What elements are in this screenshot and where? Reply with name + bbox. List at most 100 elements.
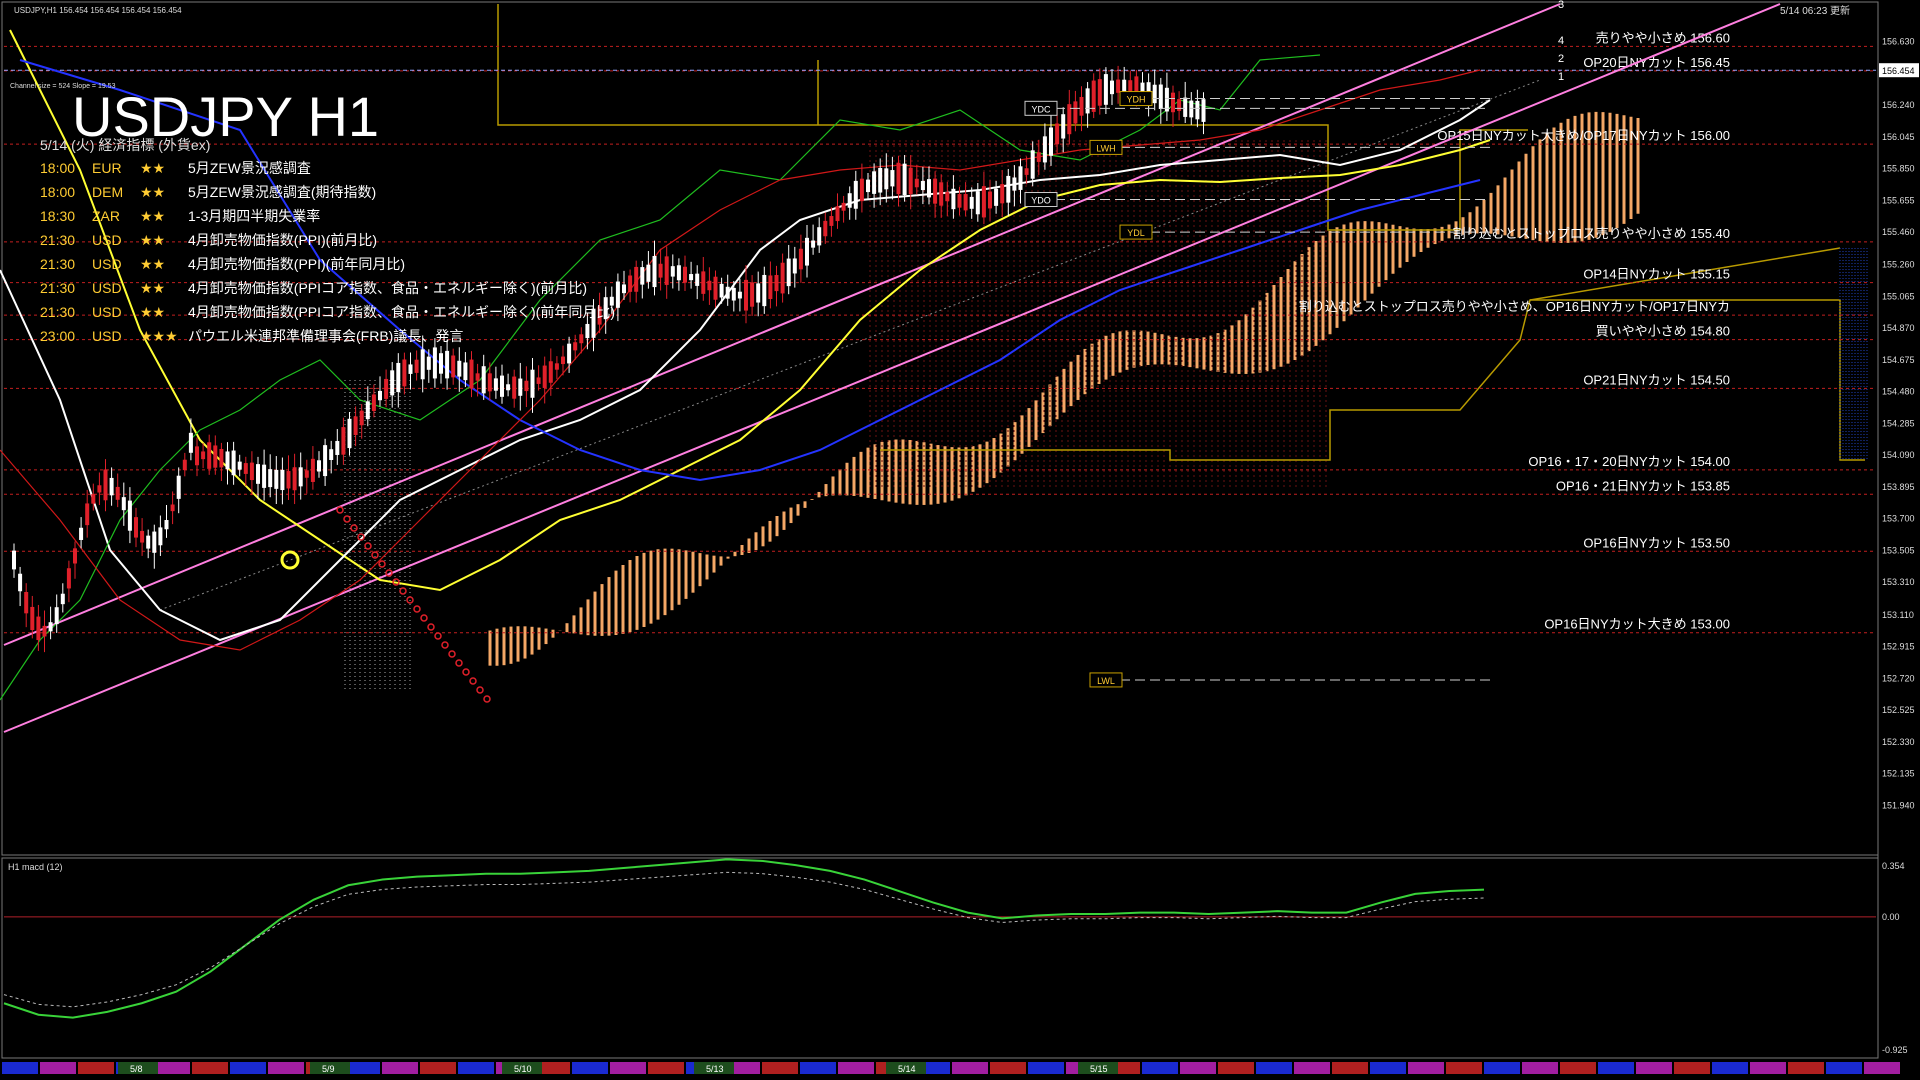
candle-body — [1171, 92, 1175, 113]
level-label: OP21日NYカット 154.50 — [1583, 372, 1730, 387]
candle-body — [707, 280, 712, 291]
sar-dot — [427, 623, 435, 631]
candle-body — [914, 178, 919, 188]
date-bar-seg — [1484, 1062, 1520, 1074]
candle-body — [231, 450, 236, 476]
event-name: 4月卸売物価指数(PPI)(前年同月比) — [188, 256, 405, 272]
sar-dot — [469, 677, 477, 685]
event-currency: USD — [92, 328, 122, 344]
chart-area[interactable]: 売りやや小さめ 156.60OP20日NYカット 156.45OP15日NYカッ… — [0, 0, 1920, 1080]
sar-dot — [462, 668, 470, 676]
candle-body — [97, 485, 102, 493]
candle-body — [554, 363, 559, 370]
date-bar-seg — [572, 1062, 608, 1074]
candle-body — [457, 360, 462, 377]
candle-body — [146, 535, 151, 549]
date-bar-seg — [458, 1062, 494, 1074]
event-stars: ★★★ — [140, 328, 178, 344]
events-heading: 5/14 (火) 経済指標 (外貨ex) — [40, 137, 210, 153]
candle-body — [54, 607, 59, 625]
date-bar-seg — [1294, 1062, 1330, 1074]
event-time: 23:00 — [40, 328, 75, 344]
candle-body — [1012, 177, 1017, 191]
date-bar-seg — [610, 1062, 646, 1074]
fib-label: 1 — [1558, 71, 1564, 83]
event-name: 5月ZEW景況感調査(期待指数) — [188, 184, 376, 200]
candle-body — [396, 362, 401, 393]
candle-body — [725, 286, 730, 299]
candle-body — [24, 592, 29, 614]
sar-dot — [343, 515, 351, 523]
candle-body — [164, 520, 169, 530]
candle-body — [689, 274, 694, 281]
candle-body — [365, 401, 370, 420]
candle-body — [939, 182, 944, 206]
candle-body — [304, 470, 309, 478]
marker-label: YDL — [1127, 228, 1145, 238]
candle-body — [390, 370, 395, 396]
candle-body — [798, 248, 803, 270]
candle-body — [1110, 80, 1114, 95]
date-bar-seg — [1370, 1062, 1406, 1074]
candle-body — [237, 461, 242, 470]
candle-body — [60, 593, 65, 605]
date-label: 5/10 — [514, 1064, 532, 1074]
date-bar-seg — [1142, 1062, 1178, 1074]
candle-body — [811, 240, 816, 248]
candle-body — [744, 279, 748, 311]
candle-body — [79, 527, 84, 540]
macd-tick: 0.354 — [1882, 861, 1905, 871]
date-bar-seg — [800, 1062, 836, 1074]
price-tick: 155.460 — [1882, 227, 1915, 237]
candle-body — [1158, 84, 1163, 109]
candle-body — [1006, 175, 1011, 203]
price-tick: 154.480 — [1882, 387, 1915, 397]
candle-body — [585, 323, 590, 339]
event-time: 21:30 — [40, 304, 75, 320]
candle-body — [1128, 80, 1133, 93]
candle-body — [256, 464, 260, 484]
candle-body — [957, 194, 962, 208]
price-tick: 153.505 — [1882, 545, 1915, 555]
candle-body — [73, 548, 77, 564]
date-bar-seg — [1598, 1062, 1634, 1074]
level-label: OP16・21日NYカット 153.85 — [1556, 478, 1730, 493]
candle-body — [1122, 79, 1127, 92]
sar-dot — [336, 506, 344, 514]
date-bar-seg — [154, 1062, 190, 1074]
candle-body — [127, 500, 132, 531]
candle-body — [847, 193, 852, 208]
date-bar-seg — [1180, 1062, 1216, 1074]
candle-body — [774, 275, 779, 292]
event-time: 18:00 — [40, 160, 75, 176]
candle-body — [219, 448, 224, 468]
date-bar-seg — [230, 1062, 266, 1074]
price-tick: 152.720 — [1882, 673, 1915, 683]
candle-body — [12, 550, 16, 570]
date-bar-seg — [382, 1062, 418, 1074]
candle-body — [243, 463, 248, 474]
candle-body — [158, 527, 163, 546]
candle-body — [1189, 100, 1194, 118]
date-bar-seg — [1864, 1062, 1900, 1074]
fib-label: 2 — [1558, 53, 1564, 65]
candle-body — [792, 258, 797, 274]
candle-body — [805, 237, 809, 266]
candle-body — [951, 188, 956, 210]
candle-body — [945, 192, 950, 202]
marker-label: LWL — [1097, 676, 1115, 686]
date-bar-seg — [1750, 1062, 1786, 1074]
candle-body — [737, 291, 742, 299]
date-bar-seg — [648, 1062, 684, 1074]
event-name: 4月卸売物価指数(PPI)(前月比) — [188, 232, 377, 248]
candles — [12, 65, 1206, 653]
price-tick: 155.260 — [1882, 260, 1915, 270]
candle-body — [371, 394, 376, 412]
candle-body — [920, 180, 925, 191]
candle-body — [121, 497, 126, 511]
candle-body — [1097, 79, 1102, 106]
candle-body — [963, 194, 968, 211]
candle-body — [152, 531, 157, 553]
candle-body — [213, 445, 218, 468]
date-bar-seg — [1408, 1062, 1444, 1074]
